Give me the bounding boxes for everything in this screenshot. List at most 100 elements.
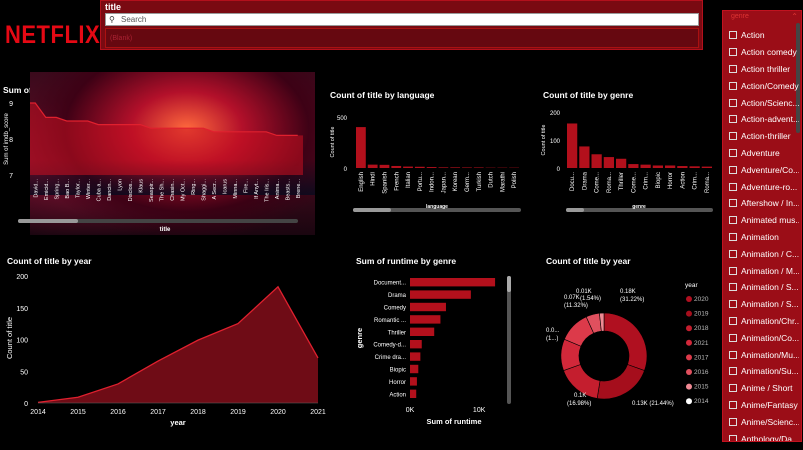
bar[interactable] [410,352,421,361]
legend-label[interactable]: 2018 [694,325,709,332]
checkbox[interactable] [729,115,737,124]
scrollbar-thumb[interactable] [507,276,511,292]
checkbox[interactable] [729,81,737,90]
title-slicer-list[interactable]: (Blank) [105,28,699,48]
genre-slicer-item[interactable]: Animation/Chr... [729,313,799,330]
checkbox[interactable] [729,48,737,57]
bar[interactable] [603,157,614,168]
title-slicer[interactable]: title ⚲ Search (Blank) [100,0,703,50]
bar[interactable] [367,164,378,168]
checkbox[interactable] [729,367,737,376]
bar[interactable] [379,164,390,168]
bar[interactable] [473,167,484,168]
genre-slicer-item[interactable]: Action-thriller [729,128,799,145]
genre-slicer-item[interactable]: Anime/Scienc... [729,413,799,430]
bar[interactable] [640,164,651,168]
genre-slicer-item[interactable]: Anthology/Da... [729,430,799,441]
checkbox[interactable] [729,333,737,342]
title-slicer-item[interactable]: (Blank) [110,35,132,42]
bar[interactable] [450,167,461,168]
bar[interactable] [403,166,413,168]
bar[interactable] [414,166,425,168]
donut-slice[interactable] [596,364,645,400]
scrollbar-thumb[interactable] [18,219,78,223]
checkbox[interactable] [729,64,737,73]
bar[interactable] [410,290,471,299]
bar[interactable] [410,377,417,386]
genre-slicer-item[interactable]: Animation/Co... [729,329,799,346]
bar[interactable] [462,167,472,168]
genre-slicer-item[interactable]: Adventure/Co... [729,161,799,178]
genre-slicer[interactable]: genre ⌃ Action Action comedy Action thrill… [722,10,802,442]
checkbox[interactable] [729,400,737,409]
genre-slicer-item[interactable]: Animated mus... [729,212,799,229]
genre-slicer-item[interactable]: Animation / M... [729,262,799,279]
bar[interactable] [579,146,590,168]
checkbox[interactable] [729,98,737,107]
genre-slicer-item[interactable]: Animation / S... [729,296,799,313]
bar[interactable] [410,278,496,287]
genre-slicer-item[interactable]: Action/Comedy [729,77,799,94]
bar[interactable] [410,340,422,349]
genre-chart[interactable]: 200 100 0 Count of title Docu... Drama Come...… [538,102,718,217]
checkbox[interactable] [729,249,737,258]
legend-label[interactable]: 2019 [694,311,709,318]
legend-label[interactable]: 2014 [694,398,709,405]
genre-slicer-item[interactable]: Animation [729,229,799,246]
genre-slicer-item[interactable]: Aftershow / In... [729,195,799,212]
legend-label[interactable]: 2015 [694,384,709,391]
genre-slicer-item[interactable]: Action thriller [729,61,799,78]
genre-slicer-item[interactable]: Action [729,27,799,44]
year-chart[interactable]: 200 150 100 50 0 Count of title 2014 2015 2016 20… [0,268,330,430]
donut-chart[interactable]: 0.18K(31.22%)0.01K(1.54%)0.07K(11.32%)0.… [540,268,720,443]
vertical-scrollbar[interactable] [507,276,511,404]
genre-slicer-item[interactable]: Animation / S... [729,279,799,296]
scrollbar-thumb[interactable] [353,208,391,212]
legend-label[interactable]: 2016 [694,369,709,376]
imdb-chart[interactable]: 987Sum of imdb_scoreDavid... Emicid... Spr… [0,95,320,240]
bar[interactable] [616,158,627,168]
genre-slicer-item[interactable]: Animation / C... [729,245,799,262]
runtime-chart[interactable]: Document... Drama Comedy Romantic ... Thrill… [350,268,520,430]
genre-slicer-item[interactable]: Action comedy [729,44,799,61]
bar[interactable] [438,167,449,168]
genre-slicer-item[interactable]: Action-advent... [729,111,799,128]
checkbox[interactable] [729,266,737,275]
bar[interactable] [391,165,402,168]
checkbox[interactable] [729,148,737,157]
bar[interactable] [410,315,441,324]
legend-label[interactable]: 2017 [694,354,709,361]
genre-slicer-item[interactable]: Animation/Mu... [729,346,799,363]
checkbox[interactable] [729,232,737,241]
checkbox[interactable] [729,216,737,225]
checkbox[interactable] [729,350,737,359]
bar[interactable] [356,127,366,168]
bar[interactable] [591,154,602,168]
bar[interactable] [410,327,435,336]
legend-label[interactable]: 2021 [694,340,709,347]
scrollbar-thumb[interactable] [566,208,584,212]
checkbox[interactable] [729,434,737,441]
checkbox[interactable] [729,182,737,191]
genre-slicer-item[interactable]: Anime / Short [729,380,799,397]
legend-label[interactable]: 2020 [694,296,709,303]
bar[interactable] [665,165,676,168]
checkbox[interactable] [729,283,737,292]
checkbox[interactable] [729,417,737,426]
checkbox[interactable] [729,300,737,309]
bar[interactable] [567,123,578,168]
checkbox[interactable] [729,384,737,393]
bar[interactable] [628,164,639,168]
donut-slice[interactable] [603,312,648,371]
checkbox[interactable] [729,165,737,174]
bar[interactable] [652,165,663,168]
genre-slicer-item[interactable]: Adventure-ro... [729,178,799,195]
bar[interactable] [426,167,437,168]
bar[interactable] [410,389,417,398]
title-search-input[interactable]: ⚲ Search [105,13,699,26]
chevron-up-icon[interactable]: ⌃ [791,12,798,21]
bar[interactable] [701,166,712,168]
bar[interactable] [689,166,700,168]
language-chart[interactable]: 500 0 Count of title English Hindi Spanish Fre… [325,102,525,217]
checkbox[interactable] [729,199,737,208]
